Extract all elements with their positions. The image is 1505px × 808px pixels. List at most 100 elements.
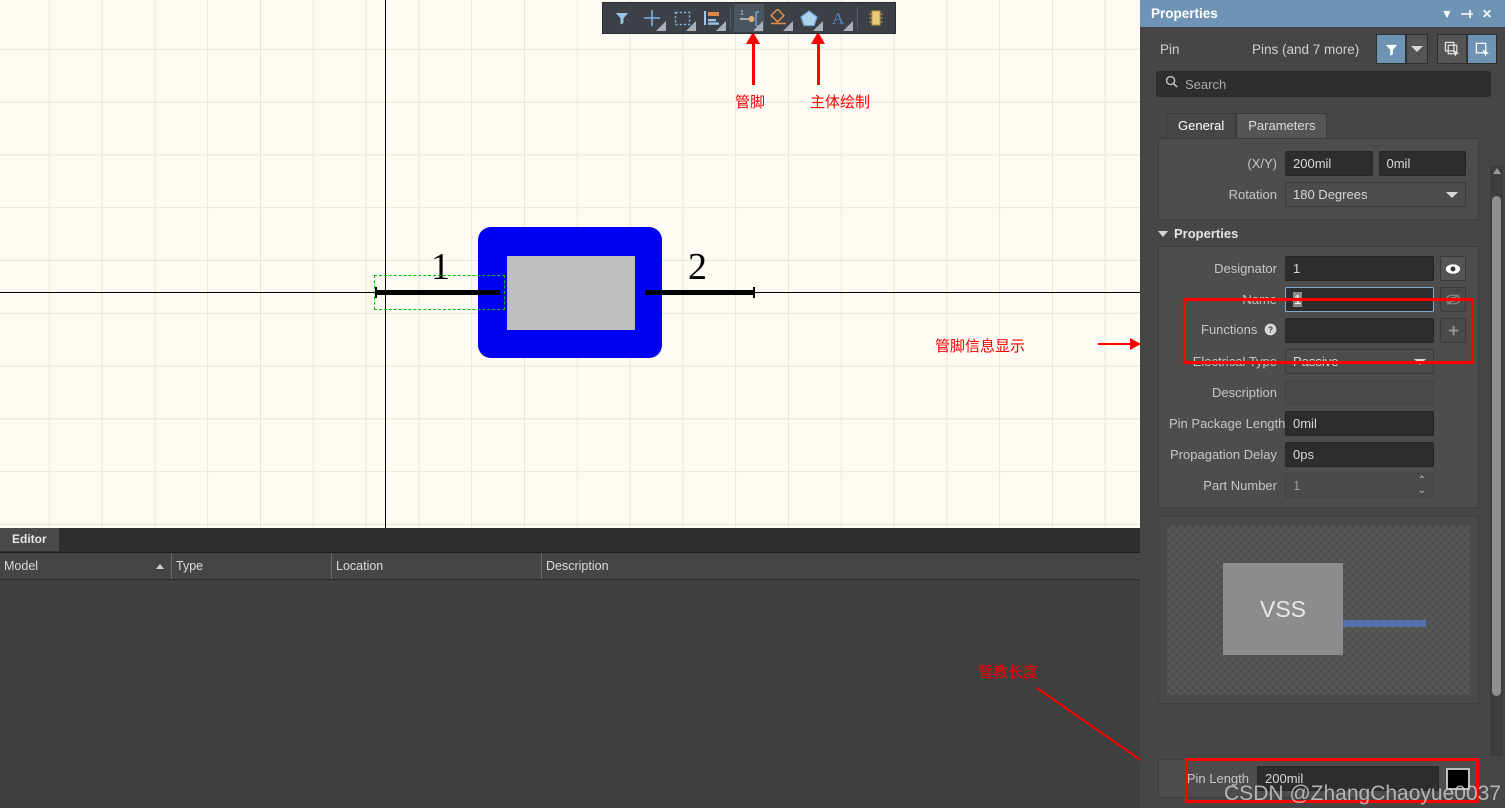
select-all-objects-button[interactable] — [1437, 34, 1467, 64]
pin-package-length-row: Pin Package Length 0mil — [1159, 411, 1478, 436]
pin-package-length-label: Pin Package Length — [1169, 416, 1286, 431]
place-polygon-icon[interactable] — [794, 4, 824, 32]
preview-symbol-body: VSS — [1223, 563, 1343, 655]
svg-text:A: A — [832, 9, 845, 27]
symbol-preview[interactable]: VSS — [1167, 525, 1470, 695]
pin-2-number: 2 — [688, 246, 707, 288]
chevron-down-icon — [1414, 358, 1426, 365]
column-header-type: Type — [172, 553, 332, 579]
name-input-value: 1 — [1293, 292, 1303, 307]
location-y-input[interactable]: 0mil — [1378, 151, 1466, 176]
part-number-label: Part Number — [1203, 478, 1277, 493]
annotation-arrow-pin — [746, 32, 760, 85]
panel-menu-icon[interactable]: ▼ — [1437, 4, 1457, 24]
pin-properties-group: Designator 1 Name 1 Functions ? Electric… — [1158, 246, 1479, 508]
location-label: (X/Y) — [1247, 156, 1277, 171]
propagation-delay-label: Propagation Delay — [1170, 447, 1277, 462]
search-box[interactable] — [1156, 71, 1491, 97]
rotation-select[interactable]: 180 Degrees — [1285, 182, 1466, 207]
panel-close-icon[interactable]: ✕ — [1477, 4, 1497, 24]
sort-ascending-icon[interactable] — [156, 564, 164, 569]
place-text-icon[interactable]: A — [824, 4, 854, 32]
column-header-location: Location — [332, 553, 542, 579]
annotation-arrow-body-draw — [811, 32, 825, 85]
stepper-arrows[interactable]: ⌃ ⌄ — [1418, 476, 1426, 496]
page-title: Properties — [1151, 6, 1218, 21]
properties-scrollbar[interactable] — [1490, 166, 1503, 756]
tab-editor[interactable]: Editor — [0, 528, 59, 551]
annotation-pin-info: 管脚信息显示 — [935, 337, 1026, 355]
section-title: Properties — [1174, 226, 1239, 241]
electrical-type-label: Electrical Type — [1192, 354, 1277, 369]
schematic-canvas[interactable]: 1 2 管脚 主体绘制 管脚信息显示 — [0, 0, 1140, 528]
part-number-stepper[interactable]: 1 ⌃ ⌄ — [1285, 473, 1434, 498]
svg-text:?: ? — [1268, 325, 1273, 335]
chevron-down-icon — [1446, 191, 1458, 198]
location-x-input[interactable]: 200mil — [1285, 151, 1373, 176]
rotation-row: Rotation 180 Degrees — [1159, 182, 1478, 207]
filter-icon[interactable] — [607, 4, 637, 32]
search-input[interactable] — [1185, 76, 1482, 92]
select-mode-group — [1437, 34, 1497, 64]
scrollbar-thumb[interactable] — [1492, 196, 1501, 696]
electrical-type-select[interactable]: Passive — [1285, 349, 1434, 374]
pin-2-wire[interactable] — [645, 290, 755, 295]
electrical-type-row: Electrical Type Passive — [1159, 349, 1478, 374]
location-group: (X/Y) 200mil 0mil Rotation 180 Degrees — [1158, 138, 1479, 220]
column-header-model: Model — [0, 553, 172, 579]
search-container — [1140, 71, 1505, 97]
tab-general[interactable]: General — [1166, 113, 1237, 138]
propagation-delay-input[interactable]: 0ps — [1285, 442, 1434, 467]
description-label: Description — [1211, 385, 1277, 400]
name-hidden-toggle[interactable] — [1440, 287, 1466, 312]
description-input[interactable] — [1285, 380, 1434, 405]
column-label-description: Description — [546, 559, 609, 573]
column-label-location: Location — [336, 559, 384, 573]
pin-package-length-input[interactable]: 0mil — [1285, 411, 1434, 436]
annotation-arrow-pin-info — [1098, 338, 1140, 350]
functions-input[interactable] — [1285, 318, 1434, 343]
canvas-y-axis — [385, 0, 386, 528]
selection-marquee — [374, 275, 505, 310]
selection-rect-icon[interactable] — [667, 4, 697, 32]
panel-pin-icon[interactable] — [1457, 4, 1477, 24]
name-input[interactable]: 1 — [1285, 287, 1434, 312]
rotation-value: 180 Degrees — [1293, 187, 1368, 202]
object-selector-row: Pin Pins (and 7 more) — [1140, 27, 1505, 71]
align-icon[interactable] — [697, 4, 727, 32]
svg-text:1: 1 — [740, 10, 744, 17]
name-row: Name 1 — [1159, 287, 1478, 312]
schematic-toolbar[interactable]: 1 A — [602, 2, 896, 34]
watermark: CSDN @ZhangChaoyue0037 — [1224, 782, 1501, 805]
place-pin-icon[interactable]: 1 — [734, 4, 764, 32]
help-icon[interactable]: ? — [1264, 323, 1277, 339]
location-row: (X/Y) 200mil 0mil — [1159, 151, 1478, 176]
crosshair-icon[interactable] — [637, 4, 667, 32]
filter-button[interactable] — [1376, 34, 1406, 64]
propagation-delay-row: Propagation Delay 0ps — [1159, 442, 1478, 467]
stepper-down-icon[interactable]: ⌄ — [1418, 486, 1426, 496]
add-function-button[interactable] — [1440, 318, 1466, 343]
designator-visible-toggle[interactable] — [1440, 256, 1466, 281]
tab-parameters[interactable]: Parameters — [1236, 113, 1328, 138]
designator-label: Designator — [1214, 261, 1277, 276]
rotation-label: Rotation — [1228, 187, 1277, 202]
place-ic-icon[interactable] — [861, 4, 891, 32]
functions-label: Functions ? — [1169, 322, 1285, 339]
properties-section-header[interactable]: Properties — [1140, 220, 1505, 245]
editor-tabbar: Editor — [0, 528, 1140, 553]
properties-tabs: General Parameters — [1166, 110, 1505, 138]
component-body-fill[interactable] — [507, 256, 635, 330]
stepper-up-icon[interactable]: ⌃ — [1418, 476, 1426, 486]
designator-row: Designator 1 — [1159, 256, 1478, 281]
designator-input[interactable]: 1 — [1285, 256, 1434, 281]
scroll-up-icon[interactable] — [1493, 168, 1501, 174]
model-table-body[interactable] — [0, 580, 1140, 807]
search-icon — [1165, 75, 1178, 93]
column-label-model: Model — [4, 559, 39, 573]
name-label: Name — [1242, 292, 1277, 307]
place-line-icon[interactable] — [764, 4, 794, 32]
filter-dropdown-button[interactable] — [1406, 34, 1428, 64]
select-single-object-button[interactable] — [1467, 34, 1497, 64]
column-header-description: Description — [542, 553, 1140, 579]
